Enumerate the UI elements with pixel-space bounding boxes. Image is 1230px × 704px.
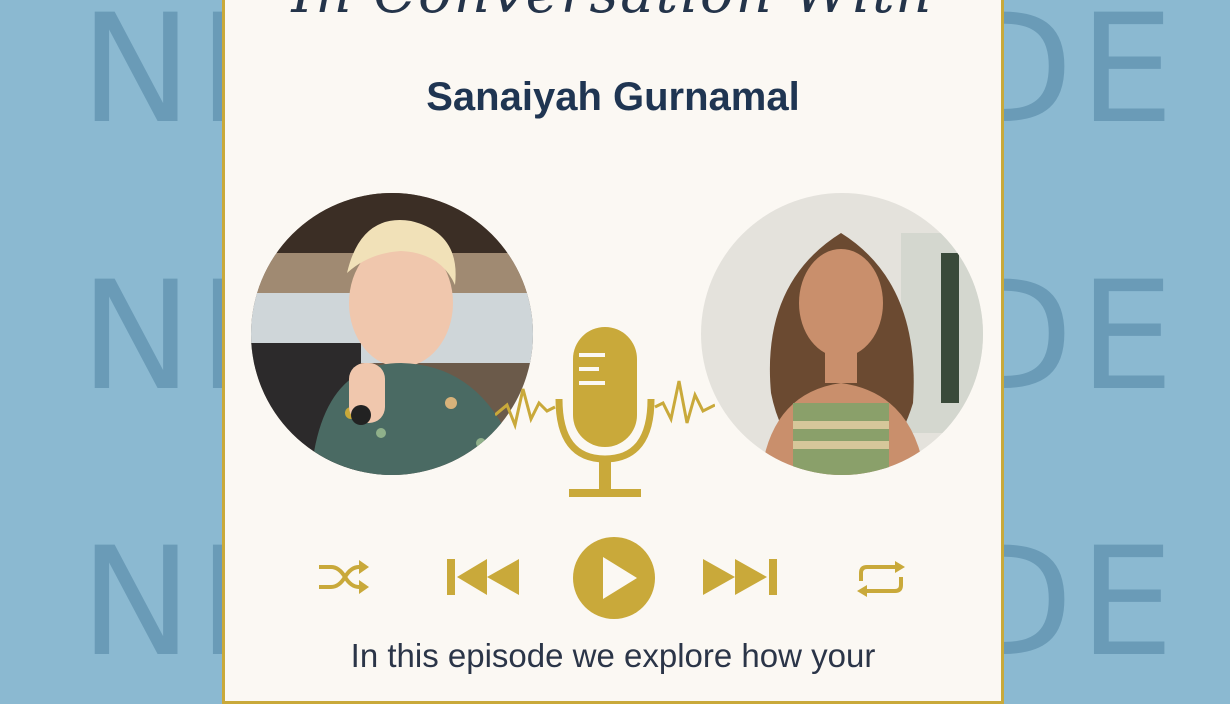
play-icon[interactable] (571, 535, 657, 621)
guest-portrait (701, 193, 983, 475)
host-portrait (251, 193, 533, 475)
player-controls (225, 537, 1001, 627)
microphone-icon (495, 327, 715, 497)
episode-description: In this episode we explore how your (350, 637, 876, 674)
script-title: In Conversation With (225, 0, 1001, 26)
repeat-icon[interactable] (855, 561, 907, 597)
next-icon[interactable] (703, 557, 779, 597)
previous-icon[interactable] (447, 557, 521, 597)
guest-name: Sanaiyah Gurnamal (426, 75, 800, 119)
episode-card: In Conversation With Sanaiyah Gurnamal (222, 0, 1004, 704)
shuffle-icon[interactable] (317, 559, 369, 595)
